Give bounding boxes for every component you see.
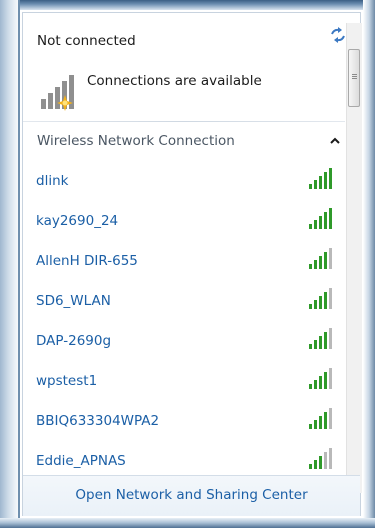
signal-strength-icon [309, 448, 332, 469]
signal-strength-icon [309, 408, 332, 429]
frame-top-edge [0, 0, 375, 10]
signal-strength-icon [309, 168, 332, 189]
network-item[interactable]: BBIQ633304WPA2 [23, 405, 345, 445]
network-item[interactable]: wpstest1 [23, 365, 345, 405]
refresh-icon[interactable] [329, 27, 347, 43]
network-item[interactable]: AllenH DIR-655 [23, 245, 345, 285]
scrollbar[interactable]: ▼ [346, 23, 362, 493]
scroll-thumb[interactable] [348, 49, 360, 107]
network-item[interactable]: SD6_WLAN [23, 285, 345, 325]
frame-right-edge [363, 0, 375, 528]
network-name: kay2690_24 [36, 213, 119, 229]
frame-bottom-edge [0, 518, 375, 528]
footer: Open Network and Sharing Center [23, 475, 360, 516]
thumb-grip [352, 74, 357, 75]
chevron-up-icon[interactable] [329, 135, 341, 147]
connections-available-text: Connections are available [87, 73, 262, 89]
signal-strength-icon [309, 248, 332, 269]
signal-bars-with-star-icon [41, 75, 74, 111]
network-item[interactable]: DAP-2690g [23, 325, 345, 365]
signal-strength-icon [309, 328, 332, 349]
signal-strength-icon [309, 288, 332, 309]
network-name: dlink [36, 173, 69, 189]
network-name: DAP-2690g [36, 333, 112, 349]
connection-status-title: Not connected [37, 33, 136, 49]
network-name: SD6_WLAN [36, 293, 111, 309]
open-network-sharing-center-link[interactable]: Open Network and Sharing Center [23, 487, 360, 503]
frame-left-edge [0, 0, 20, 528]
network-name: wpstest1 [36, 373, 98, 389]
network-name: Eddie_APNAS [36, 453, 126, 469]
divider [23, 121, 345, 122]
signal-strength-icon [309, 208, 332, 229]
network-name: AllenH DIR-655 [36, 253, 138, 269]
network-name: BBIQ633304WPA2 [36, 413, 160, 429]
section-title: Wireless Network Connection [37, 133, 235, 149]
signal-strength-icon [309, 368, 332, 389]
network-item[interactable]: kay2690_24 [23, 205, 345, 245]
network-item[interactable]: dlink [23, 165, 345, 205]
network-flyout: Not connected Connections are available … [22, 12, 362, 516]
